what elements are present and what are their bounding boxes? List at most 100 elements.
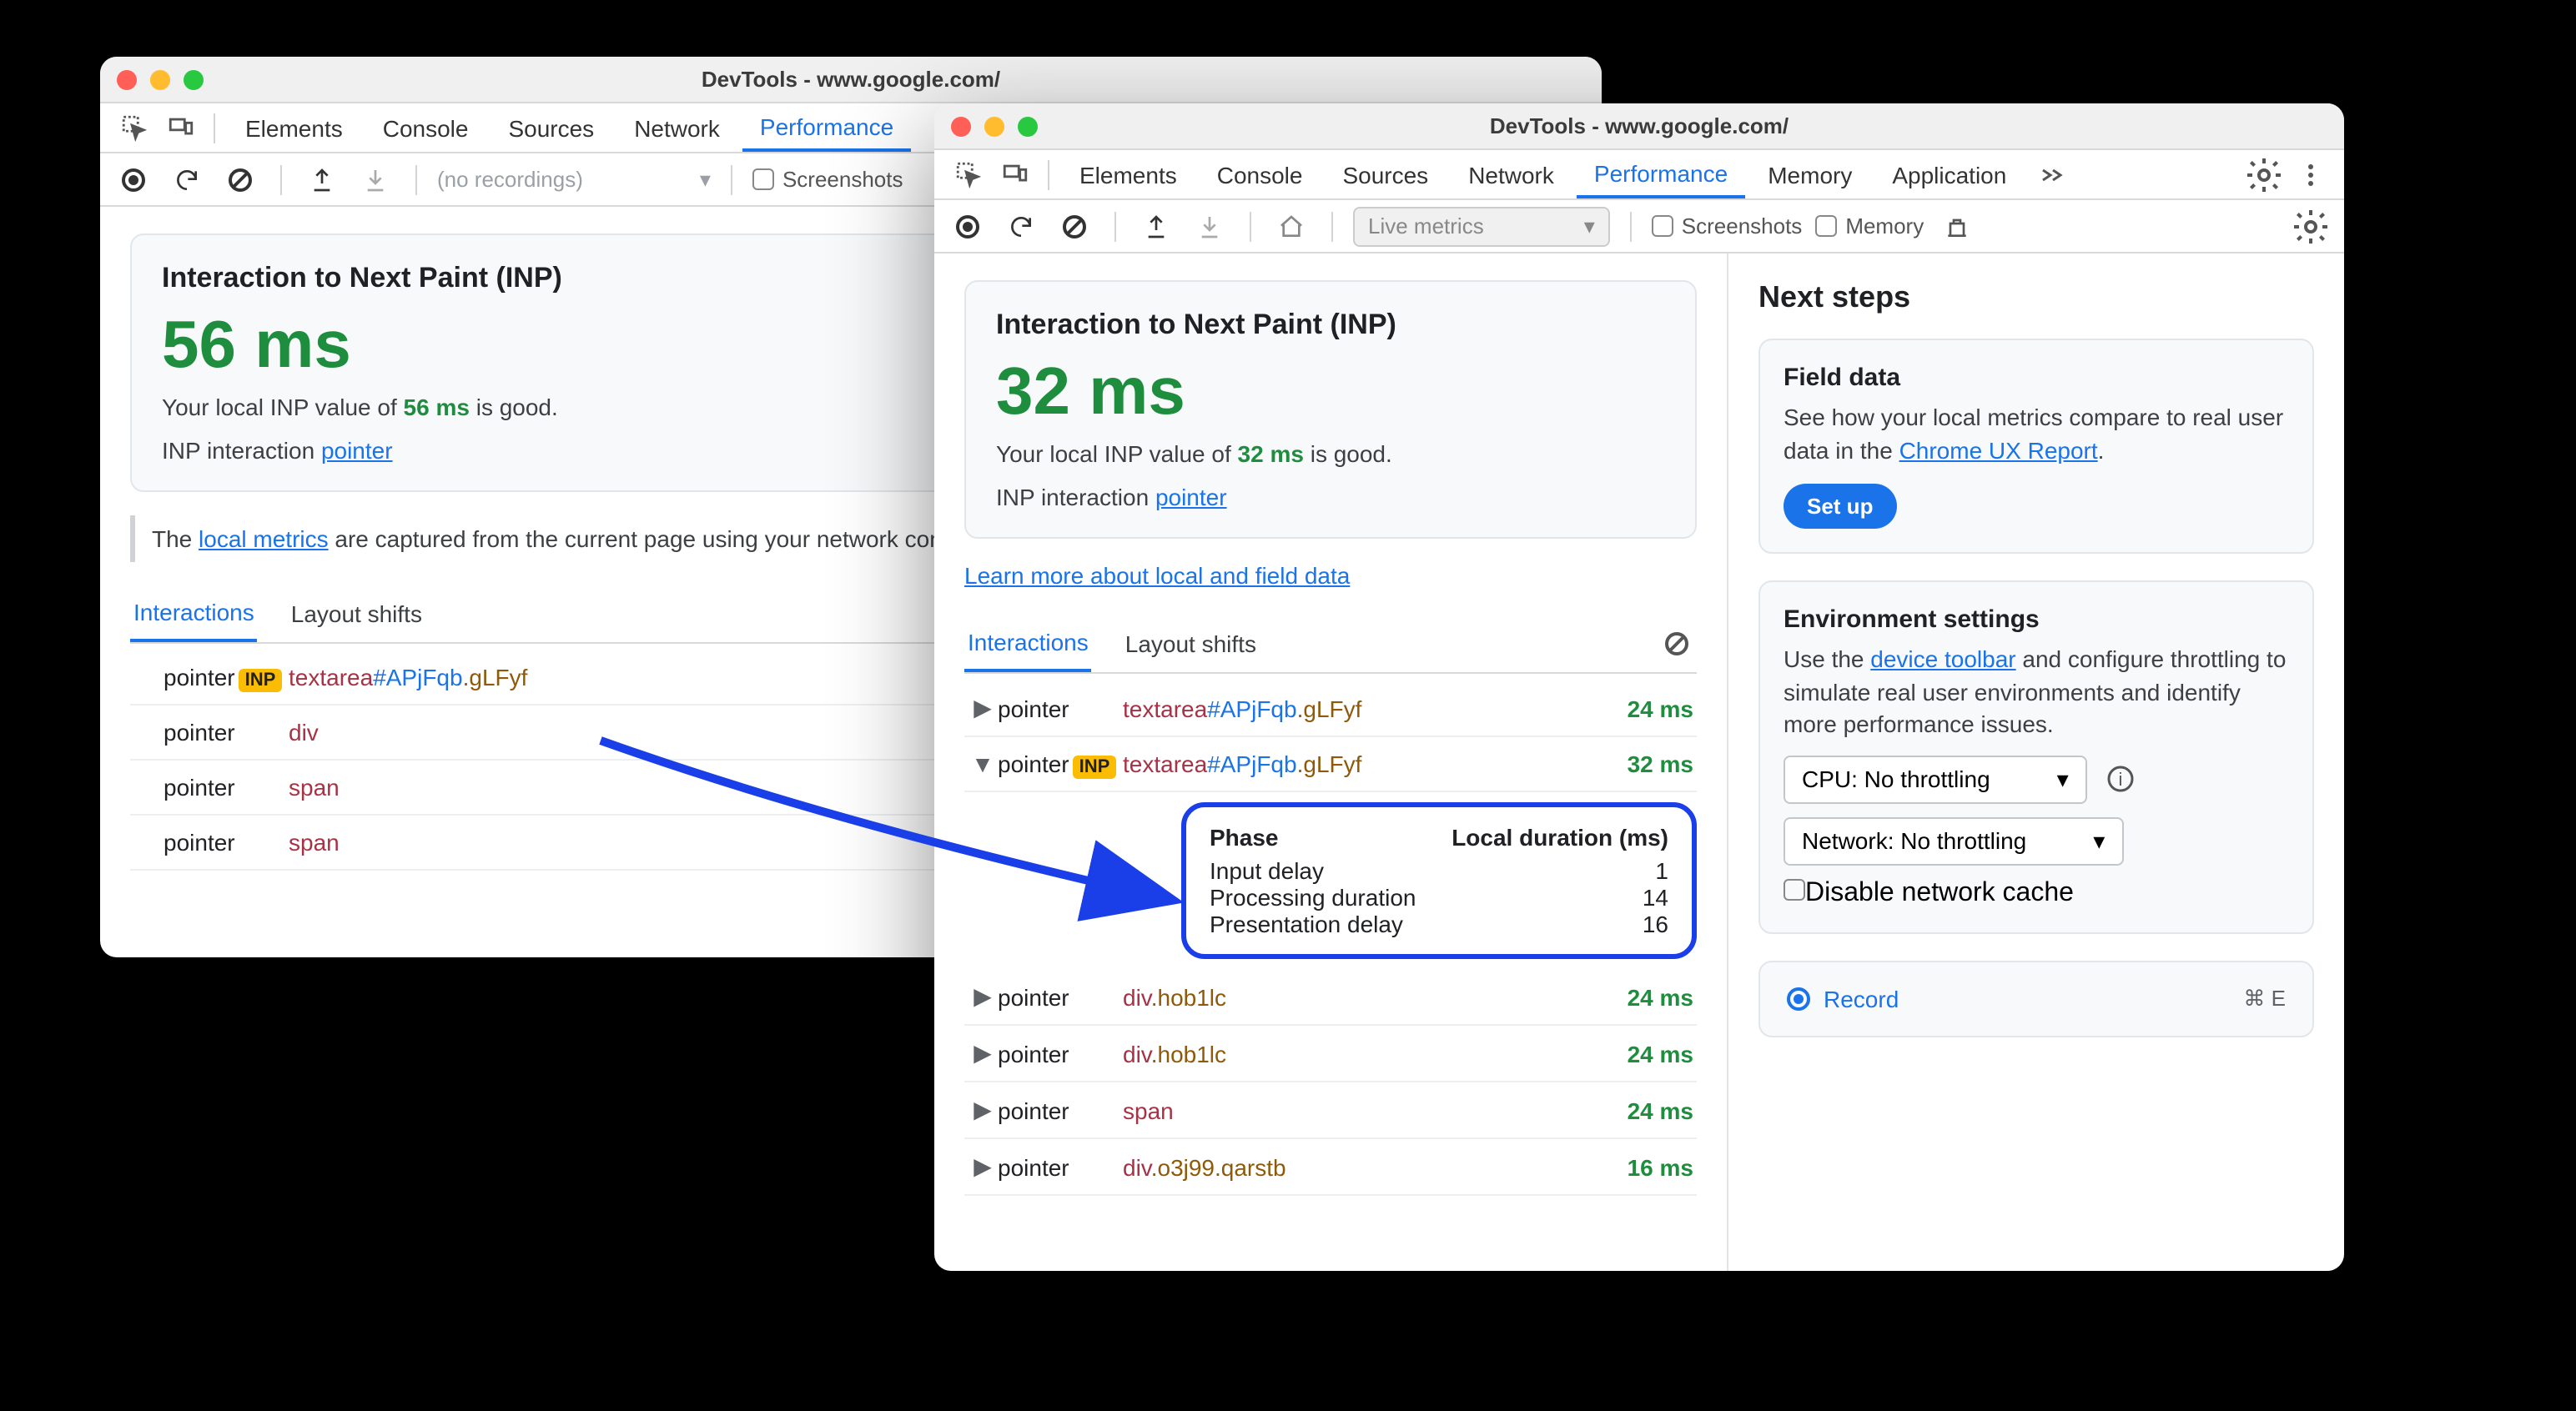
interaction-row[interactable]: ▶pointerdiv.hob1lc24 ms bbox=[964, 969, 1697, 1026]
inp-badge: INP bbox=[1073, 756, 1117, 779]
close-icon[interactable] bbox=[117, 69, 137, 89]
expand-icon[interactable]: ▼ bbox=[968, 751, 998, 777]
tab-elements[interactable]: Elements bbox=[1063, 153, 1194, 196]
record-button[interactable]: Record bbox=[1787, 986, 1899, 1012]
tab-interactions[interactable]: Interactions bbox=[964, 615, 1092, 672]
tab-network[interactable]: Network bbox=[617, 106, 737, 149]
crux-link[interactable]: Chrome UX Report bbox=[1899, 436, 2098, 463]
inp-heading: Interaction to Next Paint (INP) bbox=[996, 309, 1665, 342]
tab-sources[interactable]: Sources bbox=[491, 106, 611, 149]
record-icon bbox=[1787, 987, 1810, 1011]
screenshots-checkbox[interactable]: Screenshots bbox=[1652, 213, 1803, 239]
home-icon[interactable] bbox=[1271, 206, 1311, 246]
memory-checkbox[interactable]: Memory bbox=[1815, 213, 1924, 239]
interaction-duration: 24 ms bbox=[1593, 1097, 1693, 1123]
kebab-icon[interactable] bbox=[2291, 154, 2331, 194]
interaction-target: div.hob1lc bbox=[1123, 983, 1593, 1010]
local-metrics-link[interactable]: local metrics bbox=[199, 525, 329, 552]
device-icon[interactable] bbox=[160, 108, 200, 148]
expand-icon[interactable]: ▶ bbox=[968, 1152, 998, 1181]
zoom-icon[interactable] bbox=[1018, 116, 1038, 136]
setup-button[interactable]: Set up bbox=[1784, 484, 1896, 529]
devtools-window-after: DevTools - www.google.com/ Elements Cons… bbox=[934, 103, 2344, 1271]
settings-icon[interactable] bbox=[2244, 154, 2284, 194]
tab-console[interactable]: Console bbox=[366, 106, 486, 149]
interaction-kind: pointerINP bbox=[164, 664, 289, 690]
download-icon[interactable] bbox=[355, 159, 395, 199]
interaction-kind: pointer bbox=[998, 695, 1123, 721]
tab-interactions[interactable]: Interactions bbox=[130, 585, 258, 642]
inp-pointer-link[interactable]: pointer bbox=[321, 437, 393, 464]
interaction-target: textarea#APjFqb.gLFyf bbox=[1123, 695, 1593, 721]
minimize-icon[interactable] bbox=[984, 116, 1004, 136]
expand-icon[interactable]: ▶ bbox=[968, 1096, 998, 1124]
tab-performance[interactable]: Performance bbox=[1577, 151, 1744, 198]
interaction-row[interactable]: ▶pointerspan24 ms bbox=[964, 1082, 1697, 1139]
device-icon[interactable] bbox=[994, 154, 1034, 194]
interaction-row[interactable]: ▶pointerdiv.o3j99.qarstb16 ms bbox=[964, 1139, 1697, 1196]
field-data-heading: Field data bbox=[1784, 364, 2289, 392]
tab-network[interactable]: Network bbox=[1452, 153, 1571, 196]
settings-icon[interactable] bbox=[2291, 206, 2331, 246]
tab-layout-shifts[interactable]: Layout shifts bbox=[288, 587, 425, 640]
expand-icon[interactable]: ▶ bbox=[968, 694, 998, 722]
titlebar[interactable]: DevTools - www.google.com/ bbox=[100, 57, 1602, 103]
interaction-duration: 24 ms bbox=[1593, 1040, 1693, 1067]
panel-tabs: Elements Console Sources Network Perform… bbox=[934, 150, 2344, 200]
interaction-kind: pointer bbox=[164, 719, 289, 746]
inp-value: 32 ms bbox=[996, 355, 1665, 430]
interaction-duration: 32 ms bbox=[1593, 751, 1693, 777]
gc-icon[interactable] bbox=[1937, 206, 1977, 246]
reload-icon[interactable] bbox=[1001, 206, 1041, 246]
learn-more-link[interactable]: Learn more about local and field data bbox=[964, 562, 1697, 592]
field-data-section: Field data See how your local metrics co… bbox=[1758, 339, 2314, 554]
inspect-icon[interactable] bbox=[113, 108, 153, 148]
disable-cache-checkbox[interactable]: Disable network cache bbox=[1784, 879, 2289, 909]
interaction-kind: pointer bbox=[164, 829, 289, 856]
record-icon[interactable] bbox=[113, 159, 153, 199]
interaction-kind: pointer bbox=[998, 1097, 1123, 1123]
view-dropdown[interactable]: Live metrics▾ bbox=[1353, 206, 1610, 246]
expand-icon[interactable]: ▶ bbox=[968, 1039, 998, 1067]
expand-icon[interactable]: ▶ bbox=[968, 982, 998, 1011]
tab-application[interactable]: Application bbox=[1875, 153, 2023, 196]
inspect-icon[interactable] bbox=[948, 154, 988, 194]
tab-memory[interactable]: Memory bbox=[1751, 153, 1869, 196]
clear-icon[interactable] bbox=[1054, 206, 1094, 246]
tab-console[interactable]: Console bbox=[1200, 153, 1320, 196]
interaction-target: div.hob1lc bbox=[1123, 1040, 1593, 1067]
device-toolbar-link[interactable]: device toolbar bbox=[1870, 645, 2015, 672]
svg-text:i: i bbox=[2118, 770, 2122, 791]
download-icon[interactable] bbox=[1190, 206, 1230, 246]
interaction-row[interactable]: ▶pointerdiv.hob1lc24 ms bbox=[964, 1026, 1697, 1082]
minimize-icon[interactable] bbox=[150, 69, 170, 89]
clear-list-icon[interactable] bbox=[1657, 624, 1697, 664]
cpu-throttle-select[interactable]: CPU: No throttling▾ bbox=[1784, 756, 2087, 804]
tab-performance[interactable]: Performance bbox=[743, 104, 910, 151]
sub-tabs: Interactions Layout shifts bbox=[964, 615, 1697, 674]
upload-icon[interactable] bbox=[302, 159, 342, 199]
more-tabs-icon[interactable] bbox=[2030, 154, 2070, 194]
tab-sources[interactable]: Sources bbox=[1326, 153, 1445, 196]
info-icon[interactable]: i bbox=[2101, 760, 2141, 800]
tab-elements[interactable]: Elements bbox=[229, 106, 360, 149]
window-controls[interactable] bbox=[951, 116, 1038, 136]
window-controls[interactable] bbox=[117, 69, 204, 89]
titlebar[interactable]: DevTools - www.google.com/ bbox=[934, 103, 2344, 150]
clear-icon[interactable] bbox=[220, 159, 260, 199]
window-title: DevTools - www.google.com/ bbox=[100, 67, 1602, 92]
interaction-row[interactable]: ▼pointerINPtextarea#APjFqb.gLFyf32 ms bbox=[964, 737, 1697, 792]
recordings-dropdown[interactable]: (no recordings)▾ bbox=[437, 166, 711, 193]
interaction-row[interactable]: ▶pointertextarea#APjFqb.gLFyf24 ms bbox=[964, 680, 1697, 737]
reload-icon[interactable] bbox=[167, 159, 207, 199]
close-icon[interactable] bbox=[951, 116, 971, 136]
record-icon[interactable] bbox=[948, 206, 988, 246]
network-throttle-select[interactable]: Network: No throttling▾ bbox=[1784, 817, 2123, 866]
upload-icon[interactable] bbox=[1136, 206, 1176, 246]
tab-layout-shifts[interactable]: Layout shifts bbox=[1122, 617, 1260, 670]
screenshots-checkbox[interactable]: Screenshots bbox=[752, 167, 903, 192]
inp-pointer-link[interactable]: pointer bbox=[1155, 484, 1227, 510]
interaction-duration: 24 ms bbox=[1593, 983, 1693, 1010]
zoom-icon[interactable] bbox=[184, 69, 204, 89]
phase-breakdown: PhaseLocal duration (ms)Input delay1Proc… bbox=[1181, 802, 1697, 959]
